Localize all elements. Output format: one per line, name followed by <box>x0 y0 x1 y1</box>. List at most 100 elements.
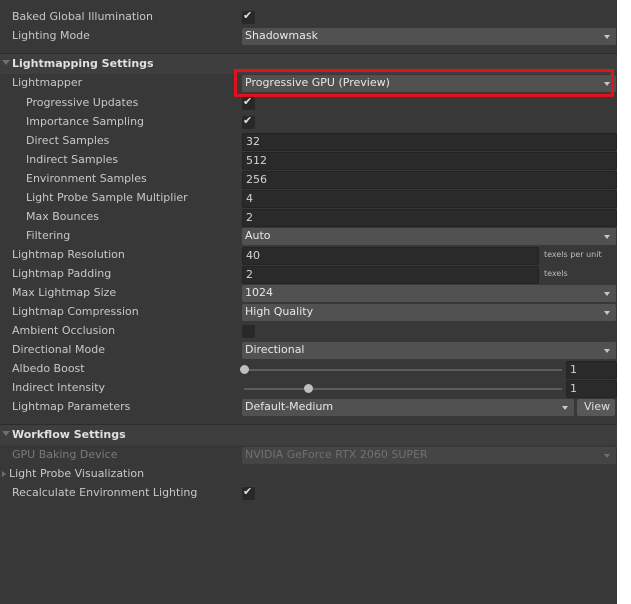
indirect-samples-row: Indirect Samples 512 <box>0 151 617 170</box>
importance-sampling-label: Importance Sampling <box>26 115 145 128</box>
light-probe-viz-row[interactable]: Light Probe Visualization <box>0 465 617 484</box>
lighting-mode-row: Lighting Mode Shadowmask <box>0 27 617 46</box>
lightmap-parameters-row: Lightmap Parameters Default-Medium View <box>0 398 617 417</box>
direct-samples-row: Direct Samples 32 <box>0 132 617 151</box>
lightmap-resolution-row: Lightmap Resolution 40 texels per unit <box>0 246 617 265</box>
lightmap-parameters-label: Lightmap Parameters <box>12 400 131 413</box>
filtering-row: Filtering Auto <box>0 227 617 246</box>
indirect-intensity-value: 1 <box>570 382 577 395</box>
ambient-occlusion-label: Ambient Occlusion <box>12 324 116 337</box>
checkmark-icon: ✔ <box>243 9 253 22</box>
importance-sampling-checkbox[interactable]: ✔ <box>242 114 255 129</box>
light-probe-multiplier-value: 4 <box>246 192 253 205</box>
max-bounces-row: Max Bounces 2 <box>0 208 617 227</box>
indirect-intensity-field[interactable]: 1 <box>566 380 617 398</box>
checkmark-icon: ✔ <box>243 485 253 498</box>
recalc-env-row: Recalculate Environment Lighting ✔ <box>0 484 617 503</box>
indirect-samples-field[interactable]: 512 <box>242 152 617 170</box>
filtering-value: Auto <box>245 229 271 242</box>
max-bounces-field[interactable]: 2 <box>242 209 617 227</box>
directional-mode-row: Directional Mode Directional <box>0 341 617 360</box>
chevron-down-icon <box>604 292 610 296</box>
lightmap-parameters-value: Default-Medium <box>245 400 334 413</box>
progressive-updates-checkbox[interactable]: ✔ <box>242 95 255 110</box>
lighting-mode-label: Lighting Mode <box>12 29 90 42</box>
direct-samples-value: 32 <box>246 135 260 148</box>
lightmap-compression-label: Lightmap Compression <box>12 305 139 318</box>
direct-samples-label: Direct Samples <box>26 134 110 147</box>
lighting-settings-panel: Baked Global Illumination ✔ Lighting Mod… <box>0 0 617 604</box>
baked-gi-checkbox[interactable]: ✔ <box>242 9 255 24</box>
lightmap-resolution-unit: texels per unit <box>544 250 602 259</box>
lightmap-padding-unit: texels <box>544 269 568 278</box>
lightmapper-value: Progressive GPU (Preview) <box>245 76 390 89</box>
chevron-down-icon <box>604 311 610 315</box>
environment-samples-label: Environment Samples <box>26 172 147 185</box>
lightmap-compression-row: Lightmap Compression High Quality <box>0 303 617 322</box>
max-lightmap-size-label: Max Lightmap Size <box>12 286 117 299</box>
chevron-down-icon <box>604 454 610 458</box>
gpu-device-value: NVIDIA GeForce RTX 2060 SUPER <box>245 448 428 461</box>
albedo-boost-value: 1 <box>570 363 577 376</box>
albedo-boost-slider[interactable] <box>244 369 562 371</box>
lightmap-resolution-label: Lightmap Resolution <box>12 248 125 261</box>
max-bounces-label: Max Bounces <box>26 210 100 223</box>
filtering-dropdown[interactable]: Auto <box>242 228 616 245</box>
lightmap-padding-label: Lightmap Padding <box>12 267 112 280</box>
indirect-intensity-row: Indirect Intensity 1 <box>0 379 617 398</box>
environment-samples-field[interactable]: 256 <box>242 171 617 189</box>
fold-down-icon <box>2 431 10 436</box>
lightmapping-settings-header[interactable]: Lightmapping Settings <box>0 53 617 74</box>
lightmapper-row: Lightmapper Progressive GPU (Preview) <box>0 74 617 93</box>
baked-gi-row: Baked Global Illumination ✔ <box>0 8 617 27</box>
lightmap-padding-row: Lightmap Padding 2 texels <box>0 265 617 284</box>
fold-right-icon[interactable] <box>2 471 6 477</box>
importance-sampling-row: Importance Sampling ✔ <box>0 113 617 132</box>
lightmap-resolution-field[interactable]: 40 <box>242 247 539 265</box>
lightmap-padding-field[interactable]: 2 <box>242 266 539 284</box>
checkmark-icon: ✔ <box>243 95 253 108</box>
lightmap-parameters-dropdown[interactable]: Default-Medium <box>242 399 574 416</box>
lightmapper-label: Lightmapper <box>12 76 83 89</box>
lightmap-compression-dropdown[interactable]: High Quality <box>242 304 616 321</box>
indirect-intensity-slider[interactable] <box>244 388 562 390</box>
albedo-boost-label: Albedo Boost <box>12 362 85 375</box>
workflow-settings-header[interactable]: Workflow Settings <box>0 424 617 445</box>
recalc-env-checkbox[interactable]: ✔ <box>242 485 255 500</box>
ambient-occlusion-row: Ambient Occlusion <box>0 322 617 341</box>
lightmap-resolution-value: 40 <box>246 249 260 262</box>
light-probe-viz-label: Light Probe Visualization <box>9 467 145 480</box>
environment-samples-row: Environment Samples 256 <box>0 170 617 189</box>
progressive-updates-row: Progressive Updates ✔ <box>0 94 617 113</box>
chevron-down-icon <box>604 235 610 239</box>
albedo-boost-row: Albedo Boost 1 <box>0 360 617 379</box>
albedo-boost-slider-handle[interactable] <box>240 365 249 374</box>
view-button-label: View <box>584 400 611 413</box>
lightmapping-settings-title: Lightmapping Settings <box>12 57 154 70</box>
ambient-occlusion-checkbox[interactable] <box>242 325 255 338</box>
filtering-label: Filtering <box>26 229 71 242</box>
albedo-boost-field[interactable]: 1 <box>566 361 617 379</box>
gpu-device-dropdown: NVIDIA GeForce RTX 2060 SUPER <box>242 447 616 464</box>
direct-samples-field[interactable]: 32 <box>242 133 617 151</box>
indirect-samples-label: Indirect Samples <box>26 153 119 166</box>
light-probe-multiplier-field[interactable]: 4 <box>242 190 617 208</box>
max-bounces-value: 2 <box>246 211 253 224</box>
gpu-device-row: GPU Baking Device NVIDIA GeForce RTX 206… <box>0 446 617 465</box>
window-edge <box>617 0 631 604</box>
max-lightmap-size-dropdown[interactable]: 1024 <box>242 285 616 302</box>
chevron-down-icon <box>604 82 610 86</box>
view-button[interactable]: View <box>577 399 615 416</box>
lighting-mode-dropdown[interactable]: Shadowmask <box>242 28 616 45</box>
chevron-down-icon <box>604 349 610 353</box>
recalc-env-label: Recalculate Environment Lighting <box>12 486 198 499</box>
indirect-intensity-slider-handle[interactable] <box>303 384 313 393</box>
gpu-device-label: GPU Baking Device <box>12 448 118 461</box>
lightmap-padding-value: 2 <box>246 268 253 281</box>
fold-down-icon <box>2 60 10 65</box>
lightmapper-dropdown[interactable]: Progressive GPU (Preview) <box>242 75 616 92</box>
light-probe-multiplier-row: Light Probe Sample Multiplier 4 <box>0 189 617 208</box>
workflow-settings-title: Workflow Settings <box>12 428 126 441</box>
directional-mode-label: Directional Mode <box>12 343 105 356</box>
directional-mode-dropdown[interactable]: Directional <box>242 342 616 359</box>
